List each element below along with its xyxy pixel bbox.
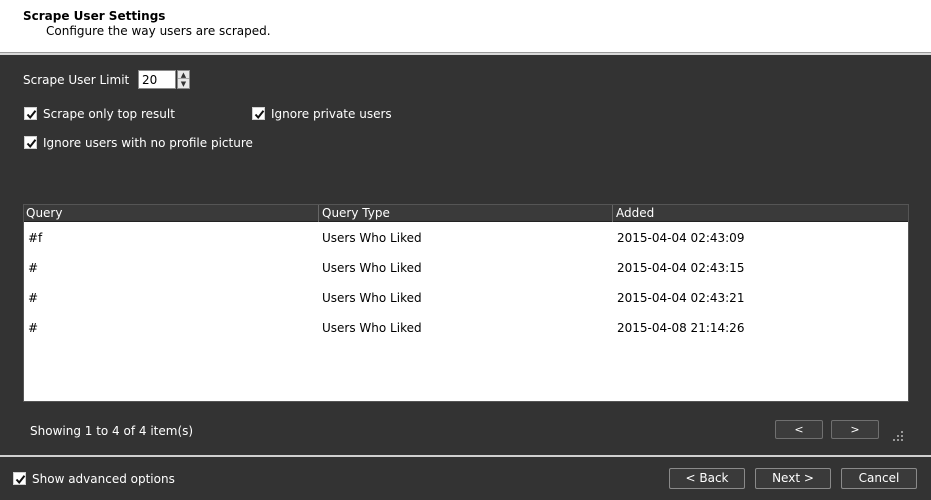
ignore-no-pic-label: Ignore users with no profile picture [43, 136, 253, 150]
page-subtitle: Configure the way users are scraped. [46, 24, 271, 38]
column-divider [318, 205, 319, 222]
checkmark-icon [15, 475, 26, 485]
cell-query: #f [28, 231, 43, 245]
query-table: Query Query Type Added #f Users Who Like… [23, 204, 909, 402]
checkmark-icon [26, 110, 37, 120]
column-divider [612, 205, 613, 222]
column-header-query-type[interactable]: Query Type [320, 205, 390, 222]
checkmark-icon [26, 139, 37, 149]
scrape-top-label: Scrape only top result [43, 107, 175, 121]
table-row[interactable]: # Users Who Liked 2015-04-04 02:43:15 [24, 253, 908, 283]
cell-added: 2015-04-04 02:43:09 [617, 231, 745, 245]
page-title: Scrape User Settings [23, 9, 166, 23]
advanced-options-label: Show advanced options [32, 472, 175, 486]
column-header-query[interactable]: Query [24, 205, 62, 222]
next-page-button[interactable]: > [831, 420, 879, 439]
table-row[interactable]: # Users Who Liked 2015-04-08 21:14:26 [24, 313, 908, 343]
table-header: Query Query Type Added [24, 205, 908, 222]
cell-added: 2015-04-08 21:14:26 [617, 321, 745, 335]
table-row[interactable]: #f Users Who Liked 2015-04-04 02:43:09 [24, 223, 908, 253]
scrape-limit-stepper[interactable]: ▲ ▼ [177, 70, 190, 89]
wizard-footer: Show advanced options < Back Next > Canc… [0, 457, 931, 500]
ignore-private-label: Ignore private users [271, 107, 392, 121]
cancel-button[interactable]: Cancel [841, 468, 917, 489]
cell-added: 2015-04-04 02:43:15 [617, 261, 745, 275]
cell-query: # [28, 291, 39, 305]
ignore-private-checkbox[interactable] [252, 107, 265, 120]
scrape-limit-label: Scrape User Limit [23, 73, 130, 87]
cell-query-type: Users Who Liked [322, 291, 422, 305]
wizard-header: Scrape User Settings Configure the way u… [0, 0, 931, 53]
prev-page-button[interactable]: < [775, 420, 823, 439]
pagination-status: Showing 1 to 4 of 4 item(s) [30, 424, 194, 438]
resize-grip-icon[interactable] [892, 430, 904, 442]
stepper-down-icon[interactable]: ▼ [178, 80, 189, 88]
table-row[interactable]: # Users Who Liked 2015-04-04 02:43:21 [24, 283, 908, 313]
stepper-up-icon[interactable]: ▲ [178, 71, 189, 79]
cell-query-type: Users Who Liked [322, 321, 422, 335]
back-button[interactable]: < Back [669, 468, 745, 489]
cell-query: # [28, 261, 39, 275]
cell-query: # [28, 321, 39, 335]
checkmark-icon [254, 110, 265, 120]
ignore-no-pic-checkbox[interactable] [24, 136, 37, 149]
scrape-limit-input[interactable] [138, 70, 176, 89]
cell-query-type: Users Who Liked [322, 261, 422, 275]
advanced-options-checkbox[interactable] [13, 472, 26, 485]
column-header-added[interactable]: Added [614, 205, 654, 222]
cell-added: 2015-04-04 02:43:21 [617, 291, 745, 305]
scrape-top-checkbox[interactable] [24, 107, 37, 120]
cell-query-type: Users Who Liked [322, 231, 422, 245]
settings-panel: Scrape User Limit ▲ ▼ Scrape only top re… [0, 55, 931, 455]
next-button[interactable]: Next > [755, 468, 831, 489]
